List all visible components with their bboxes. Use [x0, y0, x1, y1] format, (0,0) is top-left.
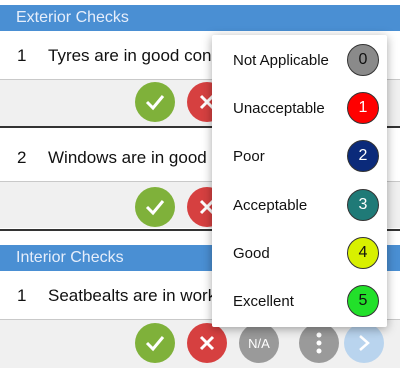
accept-button[interactable]	[135, 187, 175, 227]
na-label: N/A	[248, 335, 270, 351]
item-number: 1	[17, 286, 27, 305]
rating-option-label: Good	[233, 244, 270, 262]
rating-badge: 5	[347, 285, 379, 317]
next-button[interactable]	[344, 323, 384, 363]
rating-option-label: Excellent	[233, 292, 294, 310]
rating-option-acceptable[interactable]: Acceptable 3	[212, 181, 387, 229]
more-vertical-icon	[316, 332, 322, 354]
accept-button[interactable]	[135, 323, 175, 363]
rating-option-label: Not Applicable	[233, 51, 329, 69]
rating-option-label: Poor	[233, 147, 265, 165]
check-icon	[145, 336, 165, 352]
check-icon	[145, 200, 165, 216]
action-row: N/A	[0, 320, 400, 368]
rating-badge: 1	[347, 92, 379, 124]
reject-button[interactable]	[187, 323, 227, 363]
rating-badge: 2	[347, 140, 379, 172]
rating-popup-menu: Not Applicable 0 Unacceptable 1 Poor 2 A…	[212, 35, 387, 327]
section-header-exterior: Exterior Checks	[0, 5, 400, 31]
close-icon	[199, 335, 215, 351]
accept-button[interactable]	[135, 82, 175, 122]
item-number: 1	[17, 46, 27, 65]
rating-option-poor[interactable]: Poor 2	[212, 132, 387, 180]
item-number: 2	[17, 148, 27, 167]
rating-option-label: Acceptable	[233, 196, 308, 214]
chevron-right-icon	[359, 335, 370, 351]
rating-option-not-applicable[interactable]: Not Applicable 0	[212, 36, 387, 84]
rating-badge: 3	[347, 189, 379, 221]
rating-option-unacceptable[interactable]: Unacceptable 1	[212, 84, 387, 132]
rating-option-good[interactable]: Good 4	[212, 229, 387, 277]
more-options-button[interactable]	[299, 323, 339, 363]
not-applicable-button[interactable]: N/A	[239, 323, 279, 363]
rating-badge: 0	[347, 44, 379, 76]
rating-option-excellent[interactable]: Excellent 5	[212, 277, 387, 325]
rating-badge: 4	[347, 237, 379, 269]
check-icon	[145, 95, 165, 111]
rating-option-label: Unacceptable	[233, 99, 325, 117]
